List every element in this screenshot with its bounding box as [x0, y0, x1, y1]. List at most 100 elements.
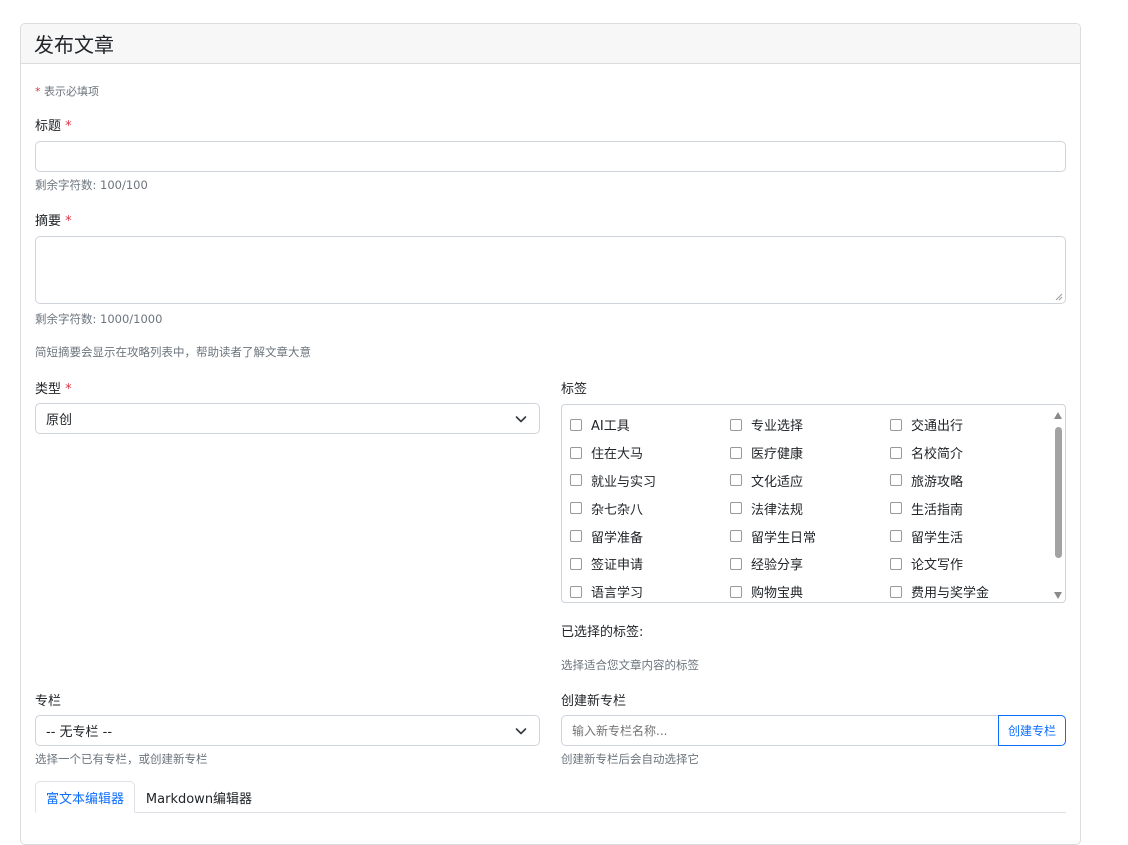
tag-option-label: 语言学习 — [591, 586, 644, 602]
tag-checkbox[interactable] — [730, 585, 742, 598]
tag-option-label: 医疗健康 — [751, 447, 804, 463]
column-label: 专栏 — [35, 694, 62, 709]
scroll-thumb[interactable] — [1055, 427, 1062, 558]
tag-checkbox[interactable] — [570, 502, 582, 515]
type-selected-value: 原创 — [46, 413, 73, 428]
tag-option-label: 购物宝典 — [751, 586, 804, 602]
tag-option[interactable]: 论文写作 — [890, 550, 1050, 578]
selected-tags-label: 已选择的标签: — [561, 625, 644, 640]
tag-option-label: AI工具 — [591, 419, 630, 435]
tag-option[interactable]: 生活指南 — [890, 494, 1050, 522]
tag-checkbox[interactable] — [730, 557, 742, 570]
summary-help-text: 简短摘要会显示在攻略列表中，帮助读者了解文章大意 — [35, 345, 311, 359]
tag-checkbox[interactable] — [730, 446, 742, 459]
tag-option-label: 留学生日常 — [751, 530, 817, 546]
summary-label: 摘要 * — [35, 210, 72, 229]
tag-option[interactable]: 住在大马 — [570, 439, 730, 467]
type-select[interactable]: 原创 — [35, 403, 540, 434]
required-note: * 表示必填项 — [35, 83, 99, 99]
tags-list-box[interactable]: AI工具 专业选择 交通出行住在大马 医疗健康 名校简介就业与实习 文化适应 旅游攻略杂七杂… — [561, 404, 1066, 603]
tag-option[interactable]: 名校简介 — [890, 439, 1050, 467]
summary-required-mark: * — [65, 214, 72, 229]
title-required-mark: * — [65, 119, 72, 134]
tag-checkbox[interactable] — [730, 502, 742, 515]
tag-option-label: 论文写作 — [911, 558, 964, 574]
tag-checkbox[interactable] — [730, 530, 742, 543]
tag-option[interactable]: 杂七杂八 — [570, 494, 730, 522]
tag-checkbox[interactable] — [570, 585, 582, 598]
chevron-down-icon — [515, 728, 527, 735]
create-column-button[interactable]: 创建专栏 — [998, 715, 1066, 746]
tag-option-label: 住在大马 — [591, 447, 644, 463]
title-input[interactable] — [35, 141, 1066, 172]
tag-checkbox[interactable] — [730, 474, 742, 487]
tag-option[interactable]: 费用与奖学金 — [890, 578, 1050, 602]
tag-checkbox[interactable] — [570, 474, 582, 487]
tag-option-label: 签证申请 — [591, 558, 644, 574]
tag-option[interactable]: 就业与实习 — [570, 467, 730, 495]
tag-checkbox[interactable] — [730, 418, 742, 431]
tag-option[interactable]: 旅游攻略 — [890, 467, 1050, 495]
summary-textarea[interactable] — [35, 236, 1066, 304]
tab-rich-text-editor[interactable]: 富文本编辑器 — [35, 781, 135, 813]
tag-option-label: 交通出行 — [911, 419, 964, 435]
new-column-label: 创建新专栏 — [561, 694, 627, 709]
tag-option-label: 旅游攻略 — [911, 474, 964, 490]
type-label-text: 类型 — [35, 382, 62, 397]
tag-option[interactable]: 经验分享 — [730, 550, 890, 578]
type-label: 类型 * — [35, 378, 72, 397]
tag-option[interactable]: 购物宝典 — [730, 578, 890, 602]
tag-option-label: 法律法规 — [751, 502, 804, 518]
tag-option-label: 杂七杂八 — [591, 502, 644, 518]
tag-option[interactable]: 医疗健康 — [730, 439, 890, 467]
tag-checkbox[interactable] — [570, 557, 582, 570]
tag-option-label: 文化适应 — [751, 474, 804, 490]
tag-option[interactable]: 交通出行 — [890, 411, 1050, 439]
tag-checkbox[interactable] — [890, 585, 902, 598]
tag-checkbox[interactable] — [890, 446, 902, 459]
tag-checkbox[interactable] — [570, 446, 582, 459]
tag-checkbox[interactable] — [890, 530, 902, 543]
tags-label: 标签 — [561, 382, 588, 397]
tag-option[interactable]: 留学生活 — [890, 522, 1050, 550]
resize-grip-icon[interactable] — [1055, 293, 1063, 301]
tag-checkbox[interactable] — [890, 474, 902, 487]
tag-checkbox[interactable] — [890, 418, 902, 431]
title-label: 标题 * — [35, 115, 72, 134]
tags-scrollbar[interactable] — [1054, 408, 1063, 599]
tag-option[interactable]: 专业选择 — [730, 411, 890, 439]
tag-option[interactable]: 语言学习 — [570, 578, 730, 602]
required-note-text: 表示必填项 — [44, 85, 99, 98]
column-select[interactable]: -- 无专栏 -- — [35, 715, 540, 746]
chevron-down-icon — [515, 416, 527, 423]
tag-option[interactable]: AI工具 — [570, 411, 730, 439]
tag-option[interactable]: 留学准备 — [570, 522, 730, 550]
tab-markdown-editor[interactable]: Markdown编辑器 — [135, 781, 263, 813]
type-required-mark: * — [65, 382, 72, 397]
tags-help-text: 选择适合您文章内容的标签 — [561, 658, 699, 672]
publish-article-card: 发布文章 * 表示必填项 标题 * 剩余字符数: 100/100 摘要 * 剩余… — [20, 23, 1081, 845]
summary-label-text: 摘要 — [35, 214, 62, 229]
scroll-down-arrow-icon[interactable] — [1054, 592, 1062, 599]
tag-option[interactable]: 签证申请 — [570, 550, 730, 578]
tag-checkbox[interactable] — [570, 530, 582, 543]
tag-checkbox[interactable] — [890, 557, 902, 570]
tag-checkbox[interactable] — [890, 502, 902, 515]
tag-option[interactable]: 留学生日常 — [730, 522, 890, 550]
scroll-up-arrow-icon[interactable] — [1054, 412, 1062, 419]
tag-option-label: 生活指南 — [911, 502, 964, 518]
title-label-text: 标题 — [35, 119, 62, 134]
tag-checkbox[interactable] — [570, 418, 582, 431]
page-title: 发布文章 — [21, 24, 1080, 64]
tag-option[interactable]: 文化适应 — [730, 467, 890, 495]
new-column-help-text: 创建新专栏后会自动选择它 — [561, 752, 699, 766]
column-selected-value: -- 无专栏 -- — [46, 725, 113, 740]
summary-char-counter: 剩余字符数: 1000/1000 — [35, 312, 163, 326]
tag-option-label: 专业选择 — [751, 419, 804, 435]
tag-option-label: 费用与奖学金 — [911, 586, 990, 602]
tags-grid: AI工具 专业选择 交通出行住在大马 医疗健康 名校简介就业与实习 文化适应 旅游攻略杂七杂… — [570, 411, 1050, 602]
tag-option[interactable]: 法律法规 — [730, 494, 890, 522]
title-char-counter: 剩余字符数: 100/100 — [35, 178, 148, 192]
new-column-name-input[interactable] — [561, 715, 999, 746]
tag-option-label: 就业与实习 — [591, 474, 657, 490]
